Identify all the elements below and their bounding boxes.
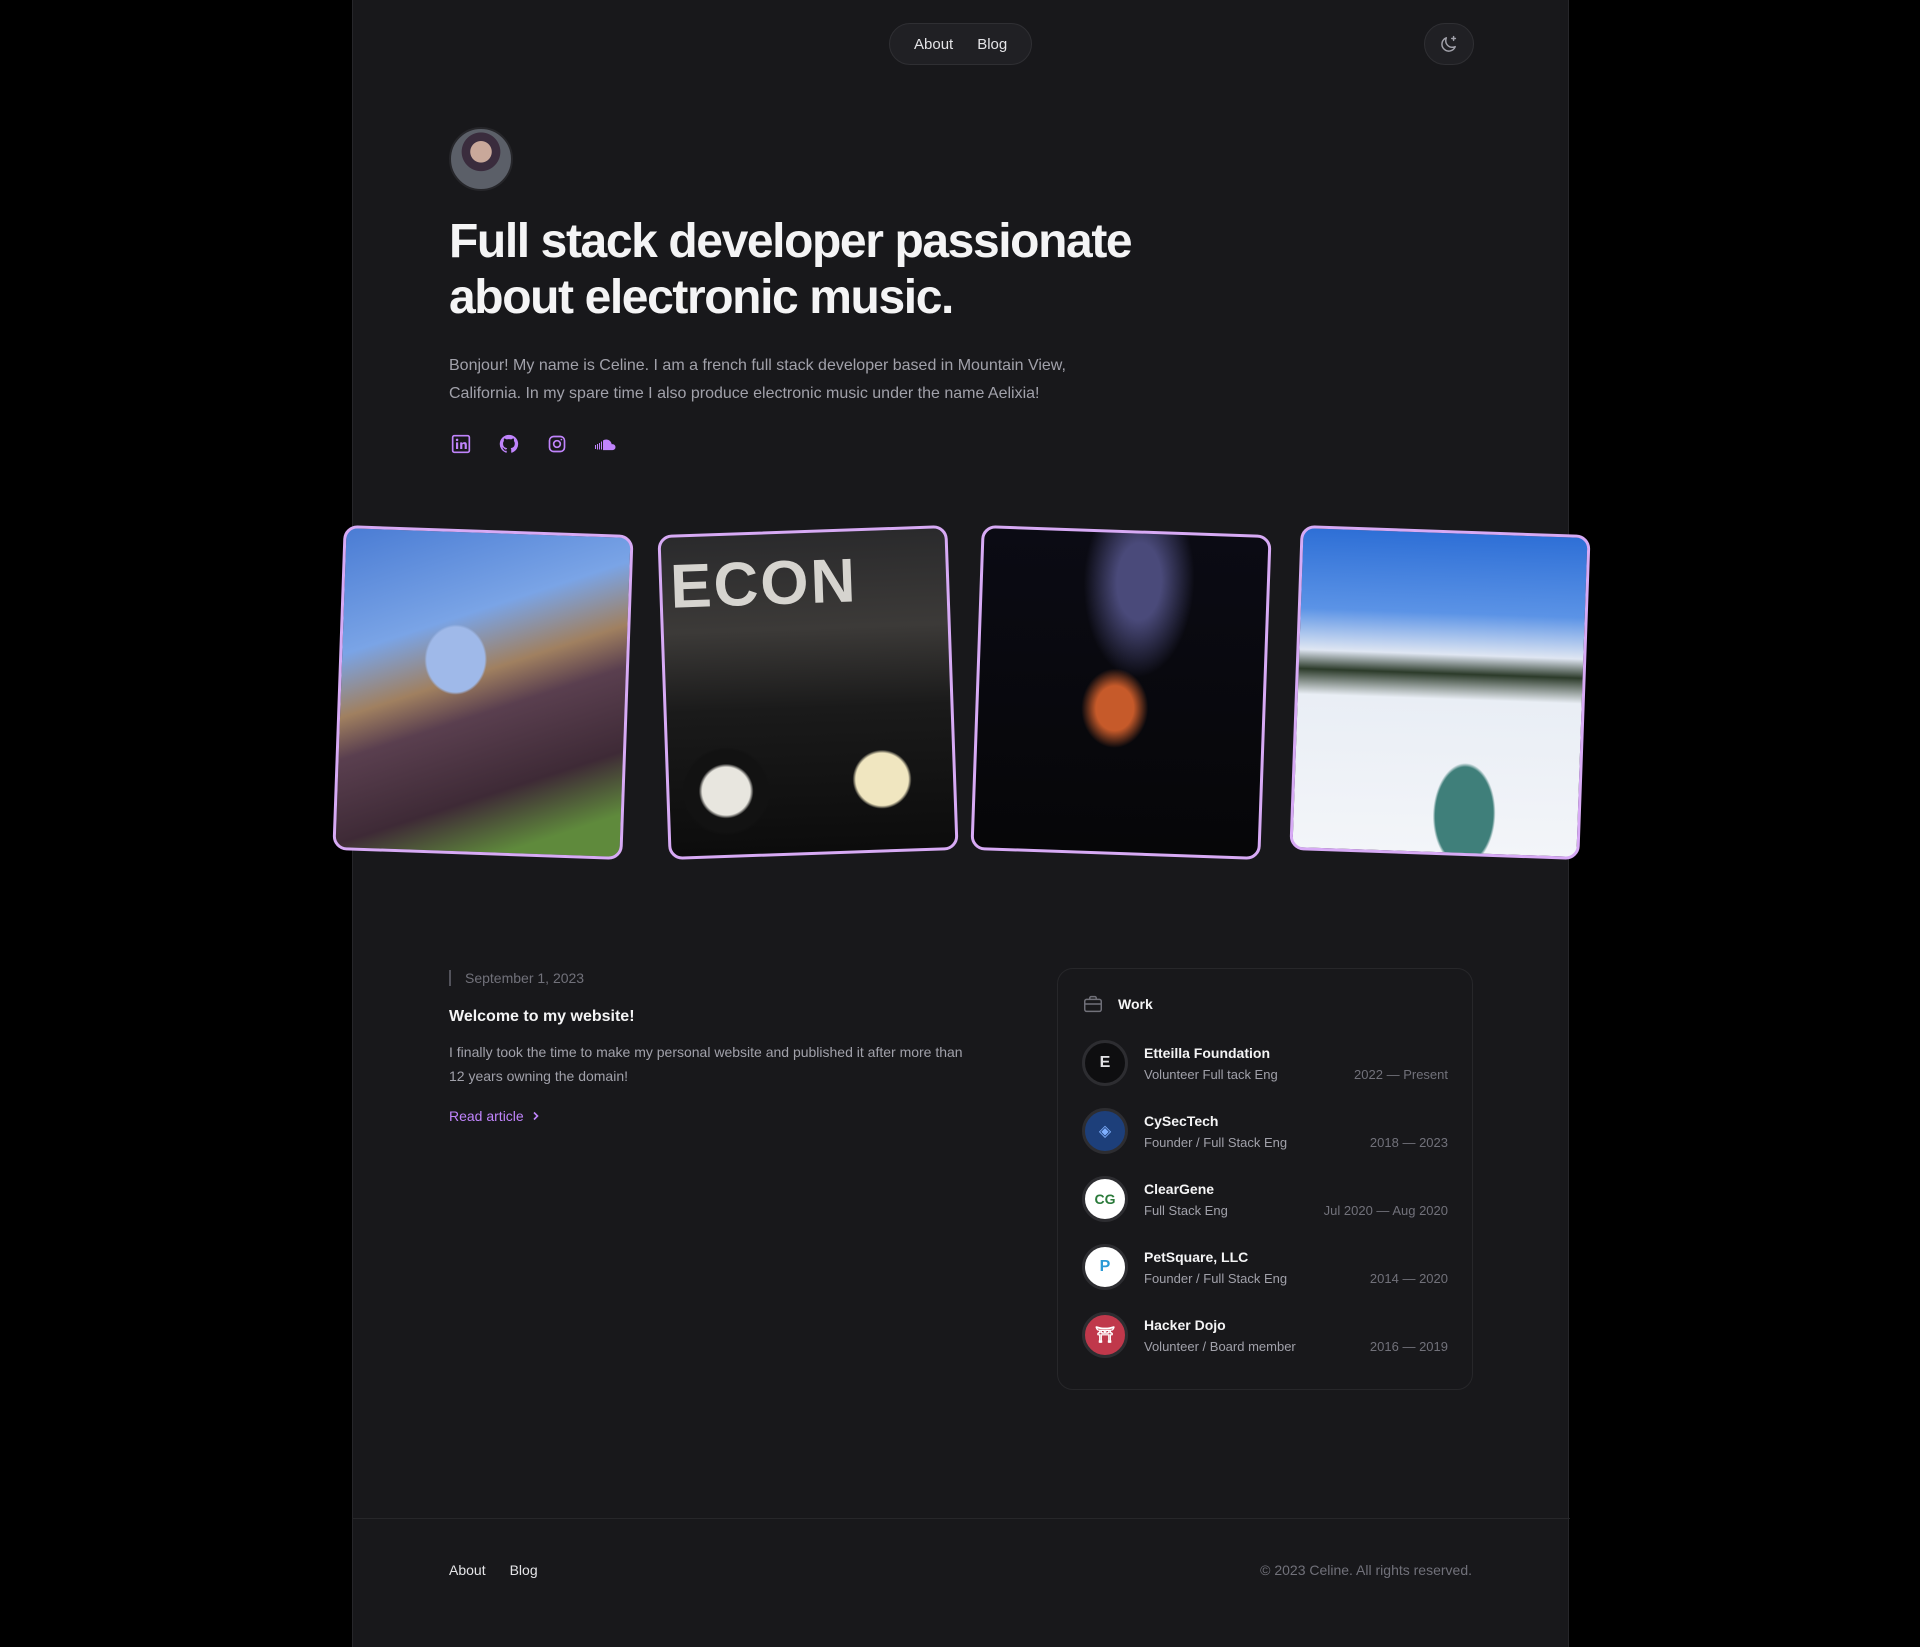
article-title[interactable]: Welcome to my website! bbox=[449, 1008, 635, 1026]
footer-nav: About Blog bbox=[449, 1562, 538, 1578]
read-article-label: Read article bbox=[449, 1108, 524, 1124]
article-summary: I finally took the time to make my perso… bbox=[449, 1044, 963, 1084]
work-dates: 2016 — 2019 bbox=[1369, 1338, 1448, 1354]
briefcase-icon bbox=[1084, 995, 1102, 1013]
footer-about-link[interactable]: About bbox=[449, 1562, 486, 1578]
nav-about-link[interactable]: About bbox=[914, 36, 953, 53]
photo-dj-booth bbox=[970, 525, 1272, 860]
work-dates: 2018 — 2023 bbox=[1369, 1134, 1448, 1150]
footer-copyright: © 2023 Celine. All rights reserved. bbox=[1260, 1562, 1472, 1578]
hacker-dojo-logo: ⛩ bbox=[1082, 1312, 1128, 1358]
photo-car-mirror bbox=[332, 525, 634, 860]
work-dates: 2022 — Present bbox=[1354, 1066, 1448, 1082]
work-list: E Etteilla Foundation Volunteer Full tac… bbox=[1082, 1039, 1448, 1359]
photo-snowboard bbox=[1289, 525, 1591, 860]
work-role: Founder / Full Stack Eng bbox=[1144, 1270, 1288, 1286]
work-role: Full Stack Eng bbox=[1144, 1202, 1228, 1218]
article-date: September 1, 2023 bbox=[449, 970, 584, 986]
work-company: CySecTech bbox=[1144, 1112, 1219, 1129]
work-item: E Etteilla Foundation Volunteer Full tac… bbox=[1082, 1039, 1448, 1087]
work-company: Etteilla Foundation bbox=[1144, 1044, 1270, 1061]
footer-blog-link[interactable]: Blog bbox=[510, 1562, 538, 1578]
photo-defcon-talk: ECON bbox=[657, 525, 959, 860]
work-company: PetSquare, LLC bbox=[1144, 1248, 1249, 1265]
work-company: Hacker Dojo bbox=[1144, 1316, 1226, 1333]
cysectech-logo: ◈ bbox=[1082, 1108, 1128, 1154]
footer-divider bbox=[353, 1518, 1570, 1519]
work-item: ⛩ Hacker Dojo Volunteer / Board member 2… bbox=[1082, 1311, 1448, 1359]
read-article-link[interactable]: Read article bbox=[449, 1108, 540, 1124]
hero-title: Full stack developer passionate about el… bbox=[449, 215, 1133, 324]
nav-blog-link[interactable]: Blog bbox=[977, 36, 1007, 53]
work-item: ◈ CySecTech Founder / Full Stack Eng 201… bbox=[1082, 1107, 1448, 1155]
hero-intro: Bonjour! My name is Celine. I am a frenc… bbox=[449, 357, 1066, 402]
petsquare-logo: P bbox=[1082, 1244, 1128, 1290]
moon-icon bbox=[1441, 35, 1457, 52]
top-nav: About Blog bbox=[889, 23, 1033, 65]
chevron-right-icon bbox=[533, 1111, 539, 1121]
work-card: Work E Etteilla Foundation Volunteer Ful… bbox=[1057, 968, 1473, 1390]
github-icon[interactable] bbox=[497, 432, 521, 456]
work-company: ClearGene bbox=[1144, 1180, 1215, 1197]
theme-toggle-button[interactable] bbox=[1424, 23, 1474, 65]
photo-defcon-text: ECON bbox=[669, 546, 859, 622]
work-heading: Work bbox=[1082, 993, 1448, 1015]
work-role: Founder / Full Stack Eng bbox=[1144, 1134, 1288, 1150]
page-container: About Blog Full stack developer passiona… bbox=[332, 0, 1591, 1647]
work-role: Volunteer / Board member bbox=[1144, 1338, 1296, 1354]
work-item: P PetSquare, LLC Founder / Full Stack En… bbox=[1082, 1243, 1448, 1291]
work-dates: Jul 2020 — Aug 2020 bbox=[1323, 1202, 1448, 1218]
linkedin-icon[interactable] bbox=[449, 432, 473, 456]
etteilla-logo: E bbox=[1082, 1040, 1128, 1086]
instagram-icon[interactable] bbox=[545, 432, 569, 456]
work-dates: 2014 — 2020 bbox=[1369, 1270, 1448, 1286]
work-heading-label: Work bbox=[1118, 996, 1153, 1012]
soundcloud-icon[interactable] bbox=[593, 432, 617, 456]
avatar bbox=[449, 127, 513, 191]
social-links bbox=[449, 432, 617, 456]
work-item: CG ClearGene Full Stack Eng Jul 2020 — A… bbox=[1082, 1175, 1448, 1223]
work-role: Volunteer Full tack Eng bbox=[1144, 1066, 1278, 1082]
cleargene-logo: CG bbox=[1082, 1176, 1128, 1222]
